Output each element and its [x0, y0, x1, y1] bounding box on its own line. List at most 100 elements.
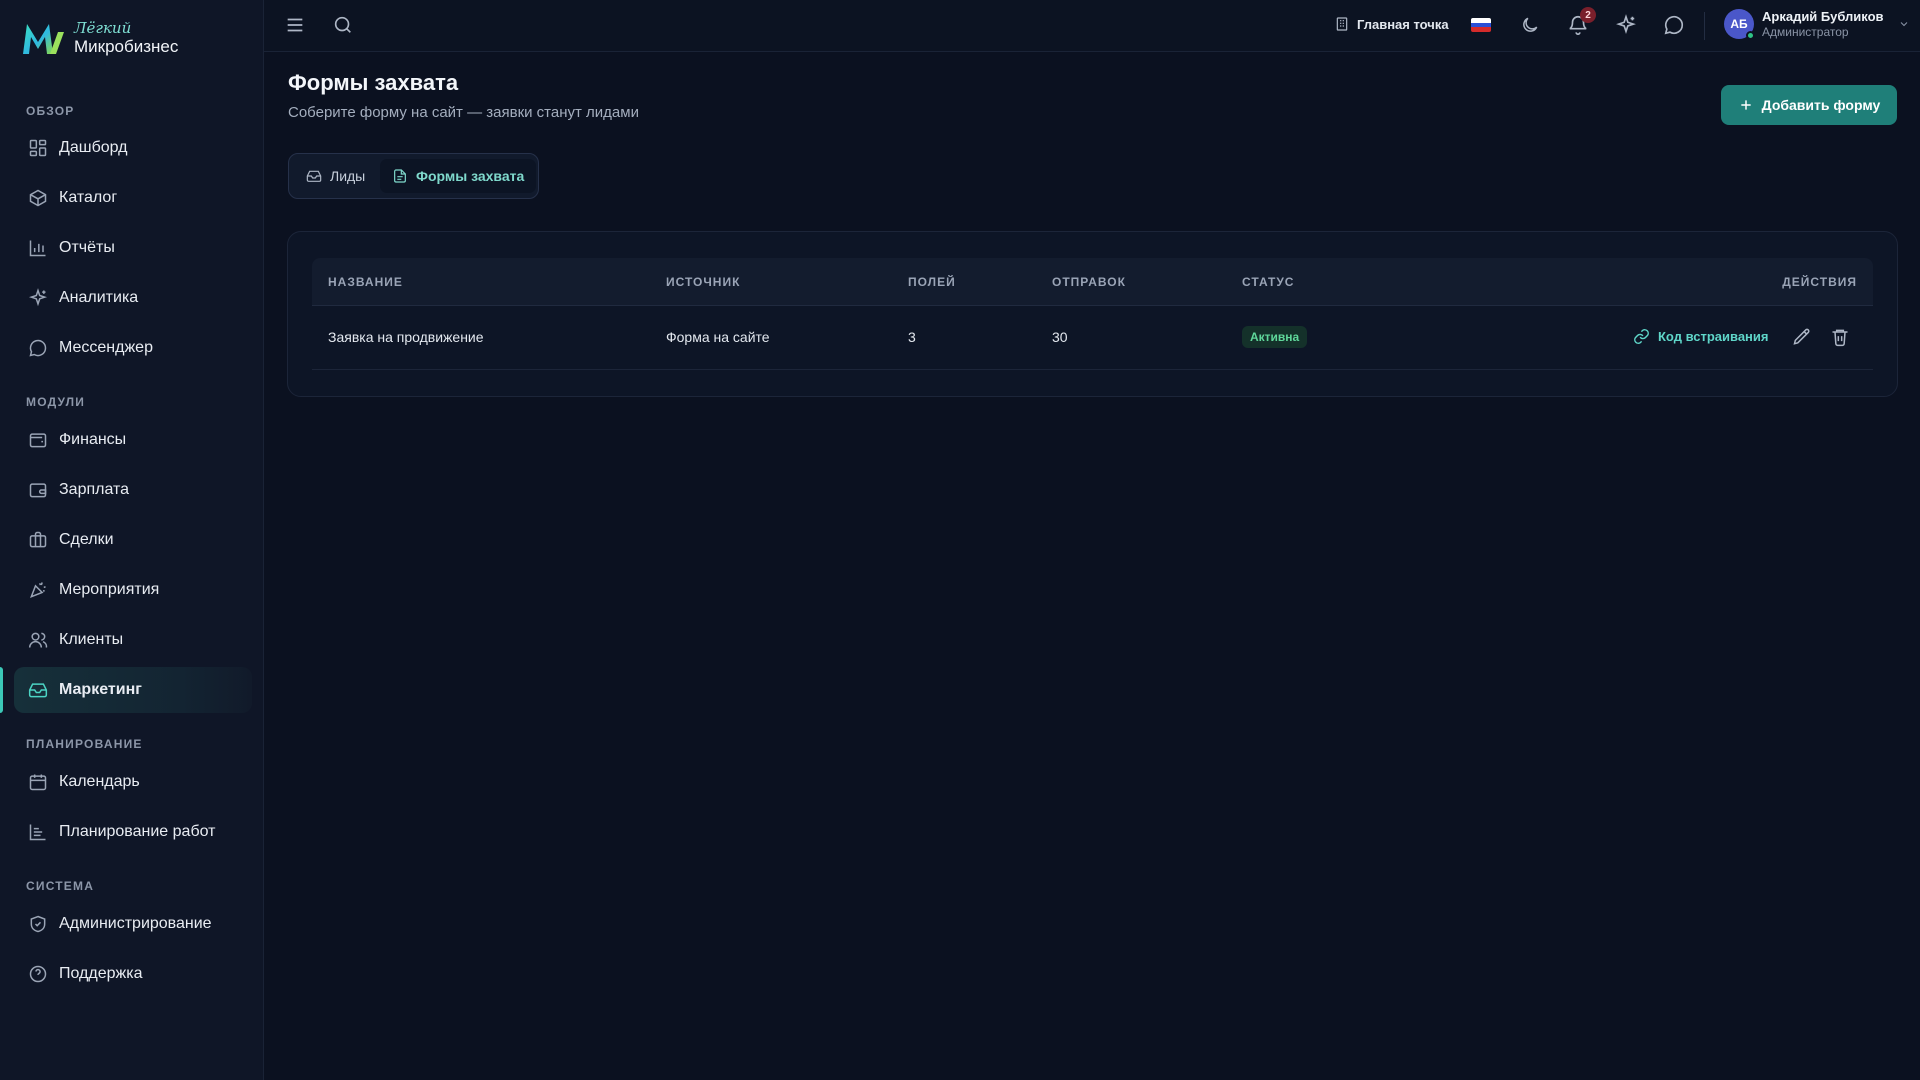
column-header-fields: ПОЛЕЙ: [908, 275, 956, 289]
user-menu[interactable]: АБ Аркадий Бубликов Администратор: [1724, 9, 1910, 40]
language-flag-ru[interactable]: [1471, 18, 1491, 32]
sidebar-item-label: Дашборд: [59, 139, 128, 156]
sidebar-item-label: Поддержка: [59, 965, 143, 982]
location-selector[interactable]: Главная точка: [1334, 16, 1449, 32]
chevron-down-icon: [1900, 22, 1907, 27]
embed-code-label: Код встраивания: [1658, 329, 1769, 344]
embed-code-link[interactable]: Код встраивания: [1633, 328, 1768, 345]
calendar-icon: [29, 774, 47, 791]
sidebar-item-label: Планирование работ: [59, 823, 216, 840]
brand-top-text: Лёгкий: [74, 19, 132, 37]
sidebar-item-messenger[interactable]: Мессенджер: [14, 325, 252, 371]
section-title-system: СИСТЕМА: [26, 879, 95, 893]
sidebar-item-marketing[interactable]: Маркетинг: [14, 667, 252, 713]
building-icon: [1336, 17, 1348, 31]
sidebar-item-administration[interactable]: Администрирование: [14, 901, 252, 947]
tab-label: Формы захвата: [416, 168, 525, 184]
table-row: Заявка на продвижение Форма на сайте 3 3…: [312, 306, 1873, 370]
help-circle-icon: [29, 965, 47, 983]
chat-icon[interactable]: [1663, 14, 1685, 36]
status-badge: Активна: [1242, 326, 1308, 348]
sidebar-item-label: Календарь: [59, 773, 140, 790]
column-header-actions: ДЕЙСТВИЯ: [1782, 275, 1857, 289]
form-source: Форма на сайте: [666, 329, 770, 345]
sidebar-item-dashboard[interactable]: Дашборд: [14, 125, 252, 171]
sidebar-item-catalog[interactable]: Каталог: [14, 175, 252, 221]
user-name: Аркадий Бубликов: [1762, 9, 1884, 24]
sidebar-item-label: Отчёты: [59, 239, 115, 256]
online-status-dot: [1746, 31, 1755, 40]
forms-card: НАЗВАНИЕ ИСТОЧНИК ПОЛЕЙ ОТПРАВОК СТАТУС …: [287, 231, 1898, 397]
form-name: Заявка на продвижение: [328, 329, 484, 345]
sidebar-item-finance[interactable]: Финансы: [14, 417, 252, 463]
sidebar-item-label: Мессенджер: [59, 339, 153, 356]
column-header-name: НАЗВАНИЕ: [328, 275, 403, 289]
search-icon[interactable]: [332, 14, 354, 36]
sidebar-item-label: Маркетинг: [59, 681, 142, 698]
sidebar-item-deals[interactable]: Сделки: [14, 517, 252, 563]
topbar-divider: [1704, 12, 1705, 40]
topbar: Главная точка 2 АБ Аркадий Бубликов Адми…: [264, 0, 1920, 52]
sidebar-item-calendar[interactable]: Календарь: [14, 759, 252, 805]
moon-icon[interactable]: [1520, 15, 1540, 35]
file-text-icon: [394, 169, 406, 183]
sidebar-item-reports[interactable]: Отчёты: [14, 225, 252, 271]
message-circle-icon: [29, 339, 47, 357]
wallet-icon: [29, 433, 47, 448]
sidebar-item-label: Зарплата: [59, 481, 130, 498]
menu-icon[interactable]: [284, 14, 306, 36]
dashboard-icon: [29, 139, 47, 157]
section-title-modules: МОДУЛИ: [26, 395, 86, 409]
sidebar-item-events[interactable]: Мероприятия: [14, 567, 252, 613]
trash-icon[interactable]: [1830, 327, 1850, 347]
section-title-overview: ОБЗОР: [26, 104, 75, 118]
sidebar-item-support[interactable]: Поддержка: [14, 951, 252, 997]
sidebar-item-analytics[interactable]: Аналитика: [14, 275, 252, 321]
inbox-icon: [28, 683, 48, 698]
sidebar-item-clients[interactable]: Клиенты: [14, 617, 252, 663]
form-fields-count: 3: [908, 329, 916, 345]
page-subtitle: Соберите форму на сайт — заявки станут л…: [288, 104, 639, 121]
active-indicator: [0, 667, 3, 713]
form-submissions-count: 30: [1052, 329, 1068, 345]
sidebar-item-label: Клиенты: [59, 631, 124, 648]
tab-label: Лиды: [330, 168, 366, 184]
sidebar-item-label: Сделки: [59, 531, 114, 548]
tab-capture-forms[interactable]: Формы захвата: [380, 159, 537, 193]
edit-pencil-icon[interactable]: [1792, 327, 1812, 347]
add-form-button[interactable]: Добавить форму: [1721, 85, 1897, 125]
user-role: Администратор: [1762, 24, 1849, 39]
sidebar-item-label: Администрирование: [59, 915, 212, 932]
box-icon: [29, 189, 47, 207]
table-header: НАЗВАНИЕ ИСТОЧНИК ПОЛЕЙ ОТПРАВОК СТАТУС …: [312, 258, 1873, 306]
forms-table: НАЗВАНИЕ ИСТОЧНИК ПОЛЕЙ ОТПРАВОК СТАТУС …: [312, 258, 1873, 370]
briefcase-icon: [29, 531, 47, 548]
avatar: АБ: [1724, 9, 1755, 40]
location-label: Главная точка: [1357, 16, 1449, 32]
sidebar-item-label: Мероприятия: [59, 581, 160, 598]
add-form-button-label: Добавить форму: [1761, 97, 1881, 113]
link-icon: [1634, 329, 1649, 344]
tab-leads[interactable]: Лиды: [294, 159, 377, 193]
sidebar-item-work-planning[interactable]: Планирование работ: [14, 809, 252, 855]
shield-icon: [30, 915, 46, 933]
sidebar-item-label: Каталог: [59, 189, 118, 206]
section-title-planning: ПЛАНИРОВАНИЕ: [26, 737, 143, 751]
brand-logo[interactable]: Лёгкий Микробизнес: [20, 18, 178, 58]
sidebar-item-salary[interactable]: Зарплата: [14, 467, 252, 513]
plus-icon: [1741, 100, 1751, 110]
sparkles-icon[interactable]: [1615, 14, 1637, 36]
wallet-icon: [29, 483, 47, 498]
users-icon: [28, 632, 48, 648]
sidebar-item-label: Аналитика: [59, 289, 139, 306]
party-popper-icon: [30, 582, 46, 598]
tabs: Лиды Формы захвата: [288, 153, 539, 199]
brand-bottom-text: Микробизнес: [74, 37, 179, 56]
column-header-source: ИСТОЧНИК: [666, 275, 741, 289]
sidebar-item-label: Финансы: [59, 431, 127, 448]
bar-chart-icon: [29, 240, 46, 257]
sparkles-icon: [28, 288, 48, 307]
sidebar: Лёгкий Микробизнес ОБЗОР Дашборд Каталог…: [0, 0, 264, 1080]
inbox-icon: [306, 170, 322, 182]
logo-icon: [23, 24, 64, 54]
